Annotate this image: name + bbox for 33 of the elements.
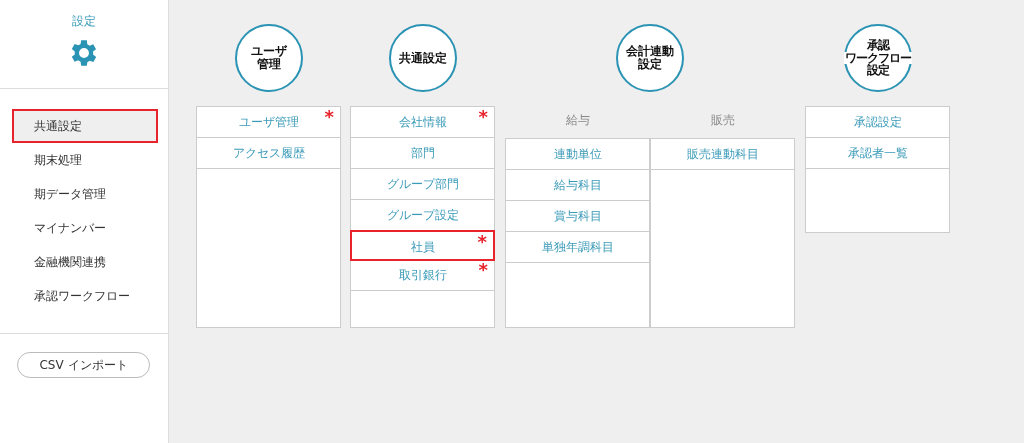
required-mark: *: [478, 258, 488, 282]
required-mark: *: [324, 105, 334, 129]
sidebar-item[interactable]: 期末処理: [12, 143, 156, 177]
sidebar-title: 設定: [72, 13, 96, 30]
menu-item[interactable]: 社員 *: [350, 230, 495, 261]
menu-item[interactable]: 単独年調科目: [506, 232, 649, 263]
menu-item[interactable]: ユーザ管理 *: [197, 107, 340, 138]
category-circle: 承認 ワークフロー 設定: [843, 24, 912, 92]
section-heading: 販売: [710, 112, 735, 129]
menu-item[interactable]: 取引銀行 *: [351, 260, 494, 291]
required-mark: *: [477, 230, 487, 254]
csv-import-button[interactable]: CSV インポート: [17, 352, 150, 378]
required-mark: *: [478, 105, 488, 129]
sidebar-item[interactable]: 承認ワークフロー: [12, 279, 156, 313]
sidebar-item[interactable]: マイナンバー: [12, 211, 156, 245]
menu-item[interactable]: アクセス履歴: [197, 138, 340, 169]
menu-item[interactable]: 賞与科目: [506, 201, 649, 232]
menu-item[interactable]: 連動単位: [506, 139, 649, 170]
menu-item[interactable]: 承認設定: [806, 107, 949, 138]
menu-item[interactable]: 部門: [351, 138, 494, 169]
section-heading: 給与: [565, 112, 590, 129]
sidebar-item[interactable]: 金融機関連携: [12, 245, 156, 279]
category-circle: ユーザ 管理: [234, 24, 303, 92]
category-circle: 共通設定: [388, 24, 457, 92]
sidebar-item[interactable]: 共通設定: [12, 109, 158, 143]
menu-item[interactable]: 会社情報 *: [351, 107, 494, 138]
sidebar-item[interactable]: 期データ管理: [12, 177, 156, 211]
menu-item[interactable]: 給与科目: [506, 170, 649, 201]
menu-item[interactable]: 承認者一覧: [806, 138, 949, 169]
menu-item[interactable]: グループ設定: [351, 200, 494, 231]
menu-item[interactable]: グループ部門: [351, 169, 494, 200]
category-circle: 会計連動 設定: [616, 24, 684, 92]
menu-item[interactable]: 販売連動科目: [651, 139, 794, 170]
